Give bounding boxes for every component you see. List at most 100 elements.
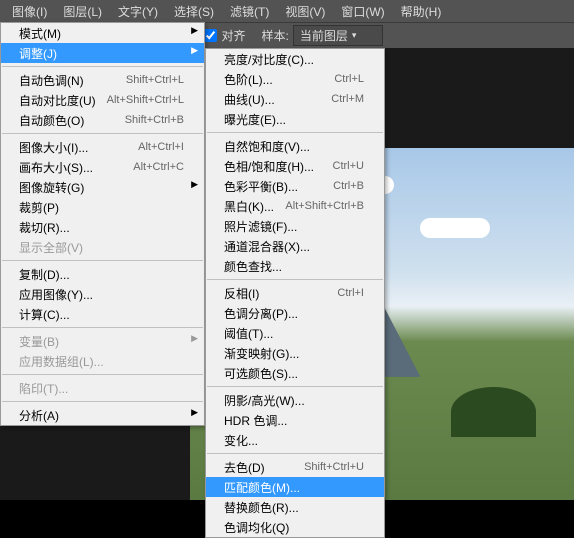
menu-item[interactable]: 计算(C)... bbox=[1, 304, 204, 324]
adjustments-submenu: 亮度/对比度(C)...色阶(L)...Ctrl+L曲线(U)...Ctrl+M… bbox=[205, 48, 385, 538]
menu-item-label: 自动对比度(U) bbox=[19, 92, 107, 109]
menu-item-label: 色相/饱和度(H)... bbox=[224, 158, 333, 175]
menu-item[interactable]: 色相/饱和度(H)...Ctrl+U bbox=[206, 156, 384, 176]
menu-item[interactable]: 裁切(R)... bbox=[1, 217, 204, 237]
sample-value: 当前图层 bbox=[300, 27, 348, 44]
menu-item[interactable]: 图像大小(I)...Alt+Ctrl+I bbox=[1, 137, 204, 157]
menu-item[interactable]: 曝光度(E)... bbox=[206, 109, 384, 129]
menu-item[interactable]: 替换颜色(R)... bbox=[206, 497, 384, 517]
chevron-down-icon: ▾ bbox=[352, 30, 357, 41]
shortcut: Alt+Shift+Ctrl+L bbox=[107, 94, 184, 106]
menu-item[interactable]: 去色(D)Shift+Ctrl+U bbox=[206, 457, 384, 477]
shortcut: Alt+Ctrl+I bbox=[138, 141, 184, 153]
menubar-item[interactable]: 图像(I) bbox=[4, 3, 55, 20]
menubar-item[interactable]: 滤镜(T) bbox=[222, 3, 277, 20]
menubar-item[interactable]: 帮助(H) bbox=[393, 3, 450, 20]
menu-item-label: 亮度/对比度(C)... bbox=[224, 51, 364, 68]
shortcut: Alt+Ctrl+C bbox=[133, 161, 184, 173]
menu-item-label: 裁剪(P) bbox=[19, 199, 184, 216]
separator bbox=[2, 66, 203, 67]
menu-item[interactable]: 自然饱和度(V)... bbox=[206, 136, 384, 156]
separator bbox=[207, 132, 383, 133]
menu-item[interactable]: 黑白(K)...Alt+Shift+Ctrl+B bbox=[206, 196, 384, 216]
menu-item-label: 陷印(T)... bbox=[19, 380, 184, 397]
menu-item[interactable]: 模式(M) bbox=[1, 23, 204, 43]
menu-item-label: 显示全部(V) bbox=[19, 239, 184, 256]
menu-item-label: 应用数据组(L)... bbox=[19, 353, 184, 370]
menu-item[interactable]: 匹配颜色(M)... bbox=[206, 477, 384, 497]
menubar-item[interactable]: 视图(V) bbox=[277, 3, 333, 20]
menu-item[interactable]: 应用图像(Y)... bbox=[1, 284, 204, 304]
shortcut: Shift+Ctrl+L bbox=[126, 74, 184, 86]
menu-item[interactable]: 变化... bbox=[206, 430, 384, 450]
menu-item-label: 画布大小(S)... bbox=[19, 159, 133, 176]
menu-item[interactable]: 自动对比度(U)Alt+Shift+Ctrl+L bbox=[1, 90, 204, 110]
menu-item-label: 阴影/高光(W)... bbox=[224, 392, 364, 409]
separator bbox=[2, 260, 203, 261]
menu-item[interactable]: 阴影/高光(W)... bbox=[206, 390, 384, 410]
menu-item-label: 色彩平衡(B)... bbox=[224, 178, 333, 195]
menu-item[interactable]: 亮度/对比度(C)... bbox=[206, 49, 384, 69]
separator bbox=[2, 374, 203, 375]
menu-item[interactable]: 色阶(L)...Ctrl+L bbox=[206, 69, 384, 89]
menu-item[interactable]: 照片滤镜(F)... bbox=[206, 216, 384, 236]
menu-item-label: 自然饱和度(V)... bbox=[224, 138, 364, 155]
menu-item-label: 替换颜色(R)... bbox=[224, 499, 364, 516]
menu-item[interactable]: 通道混合器(X)... bbox=[206, 236, 384, 256]
menu-item-label: 渐变映射(G)... bbox=[224, 345, 364, 362]
menu-item[interactable]: 颜色查找... bbox=[206, 256, 384, 276]
menu-item[interactable]: 复制(D)... bbox=[1, 264, 204, 284]
menu-item-label: 裁切(R)... bbox=[19, 219, 184, 236]
menu-item: 显示全部(V) bbox=[1, 237, 204, 257]
menu-item[interactable]: 渐变映射(G)... bbox=[206, 343, 384, 363]
menu-item[interactable]: 裁剪(P) bbox=[1, 197, 204, 217]
menu-item[interactable]: 可选颜色(S)... bbox=[206, 363, 384, 383]
menu-item[interactable]: 图像旋转(G) bbox=[1, 177, 204, 197]
menu-item[interactable]: 色彩平衡(B)...Ctrl+B bbox=[206, 176, 384, 196]
menu-item[interactable]: 色调均化(Q) bbox=[206, 517, 384, 537]
shortcut: Shift+Ctrl+U bbox=[304, 461, 364, 473]
menu-item[interactable]: 反相(I)Ctrl+I bbox=[206, 283, 384, 303]
sample-dropdown[interactable]: 当前图层 ▾ bbox=[293, 25, 383, 46]
separator bbox=[207, 279, 383, 280]
menu-item: 应用数据组(L)... bbox=[1, 351, 204, 371]
menu-item-label: 图像大小(I)... bbox=[19, 139, 138, 156]
menu-item-label: 照片滤镜(F)... bbox=[224, 218, 364, 235]
align-checkbox[interactable] bbox=[204, 29, 217, 42]
menu-item-label: 自动色调(N) bbox=[19, 72, 126, 89]
menubar-item[interactable]: 文字(Y) bbox=[110, 3, 166, 20]
menu-item-label: 模式(M) bbox=[19, 25, 184, 42]
shortcut: Shift+Ctrl+B bbox=[125, 114, 184, 126]
menu-item-label: 图像旋转(G) bbox=[19, 179, 184, 196]
menu-item-label: 自动颜色(O) bbox=[19, 112, 125, 129]
menubar: 图像(I)图层(L)文字(Y)选择(S)滤镜(T)视图(V)窗口(W)帮助(H) bbox=[0, 0, 574, 22]
menu-item[interactable]: 调整(J) bbox=[1, 43, 204, 63]
menubar-item[interactable]: 窗口(W) bbox=[333, 3, 392, 20]
menu-item[interactable]: 分析(A) bbox=[1, 405, 204, 425]
menu-item[interactable]: 曲线(U)...Ctrl+M bbox=[206, 89, 384, 109]
sample-label: 样本: bbox=[261, 27, 288, 44]
shortcut: Ctrl+B bbox=[333, 180, 364, 192]
menu-item[interactable]: 自动色调(N)Shift+Ctrl+L bbox=[1, 70, 204, 90]
menu-item-label: 复制(D)... bbox=[19, 266, 184, 283]
menu-item-label: 去色(D) bbox=[224, 459, 304, 476]
menu-item[interactable]: 色调分离(P)... bbox=[206, 303, 384, 323]
menu-item: 变量(B) bbox=[1, 331, 204, 351]
separator bbox=[2, 133, 203, 134]
menu-item[interactable]: 自动颜色(O)Shift+Ctrl+B bbox=[1, 110, 204, 130]
menubar-item[interactable]: 选择(S) bbox=[166, 3, 222, 20]
shortcut: Ctrl+I bbox=[337, 287, 364, 299]
menubar-item[interactable]: 图层(L) bbox=[55, 3, 110, 20]
menu-item-label: 通道混合器(X)... bbox=[224, 238, 364, 255]
menu-item[interactable]: HDR 色调... bbox=[206, 410, 384, 430]
shortcut: Ctrl+M bbox=[331, 93, 364, 105]
image-menu: 模式(M)调整(J)自动色调(N)Shift+Ctrl+L自动对比度(U)Alt… bbox=[0, 22, 205, 426]
menu-item[interactable]: 画布大小(S)...Alt+Ctrl+C bbox=[1, 157, 204, 177]
shortcut: Ctrl+U bbox=[333, 160, 364, 172]
menu-item-label: 色调均化(Q) bbox=[224, 519, 364, 536]
menu-item-label: 应用图像(Y)... bbox=[19, 286, 184, 303]
shortcut: Alt+Shift+Ctrl+B bbox=[285, 200, 364, 212]
separator bbox=[2, 401, 203, 402]
menu-item-label: 计算(C)... bbox=[19, 306, 184, 323]
menu-item[interactable]: 阈值(T)... bbox=[206, 323, 384, 343]
